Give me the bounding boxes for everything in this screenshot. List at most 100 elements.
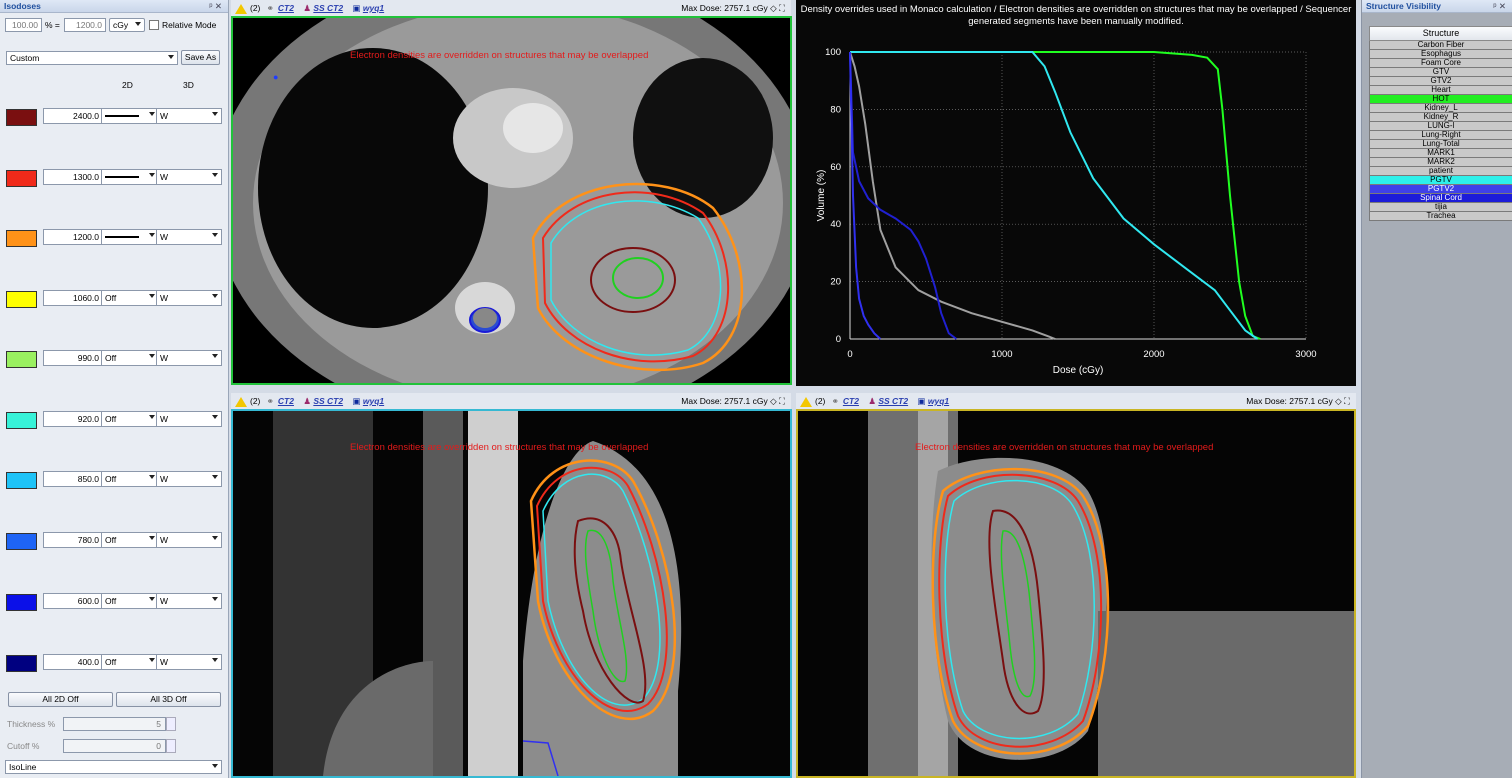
axial-toolbar: (2) ⚭ CT2 ♟ SS CT2 ▣ wyq1 Max Dose: 2757.… [231, 0, 791, 16]
isodose-value-input[interactable]: 2400.0 [43, 108, 104, 124]
isodose-value-input[interactable]: 920.0 [43, 411, 104, 427]
isodose-color-swatch[interactable] [6, 533, 37, 550]
structure-row[interactable]: Trachea [1369, 212, 1512, 221]
structure-column-header[interactable]: Structure [1369, 26, 1512, 41]
structure-set-link[interactable]: SS CT2 [313, 396, 343, 406]
cutoff-input[interactable]: 0 [63, 739, 166, 753]
isodose-value-input[interactable]: 1060.0 [43, 290, 104, 306]
reset-view-icon[interactable]: ◇ [1335, 396, 1342, 406]
save-as-button[interactable]: Save As [181, 50, 220, 65]
isodose-level-row: 1200.0 W [6, 229, 222, 247]
isodose-3d-value: W [160, 172, 169, 182]
solid-line-icon [105, 175, 139, 178]
percent-input[interactable]: 100.00 [5, 18, 42, 32]
warning-icon[interactable] [235, 3, 247, 14]
isodose-value-input[interactable]: 600.0 [43, 593, 104, 609]
isodose-3d-select[interactable]: W [156, 108, 222, 124]
coronal-viewport[interactable]: Electron densities are overridden on str… [231, 409, 792, 778]
isodose-2d-select[interactable]: Off [101, 654, 159, 670]
isodose-2d-select[interactable] [101, 108, 159, 124]
isodose-2d-select[interactable]: Off [101, 532, 159, 548]
thickness-input[interactable]: 5 [63, 717, 166, 731]
isodose-2d-select[interactable]: Off [101, 350, 159, 366]
dvh-panel: Density overrides used in Monaco calcula… [796, 0, 1356, 386]
isodose-value-input[interactable]: 400.0 [43, 654, 104, 670]
warning-count: (2) [815, 396, 826, 406]
isodose-3d-select[interactable]: W [156, 654, 222, 670]
maximize-icon[interactable]: ⛶ [779, 3, 785, 13]
isodose-value-input[interactable]: 850.0 [43, 471, 104, 487]
isodose-color-swatch[interactable] [6, 230, 37, 247]
isodose-value-input[interactable]: 1200.0 [43, 229, 104, 245]
all-3d-off-button[interactable]: All 3D Off [116, 692, 221, 707]
ct-link[interactable]: CT2 [278, 3, 294, 13]
percent-unit-label: % = [45, 20, 60, 30]
dvh-series-line [850, 51, 1261, 340]
isodose-3d-select[interactable]: W [156, 411, 222, 427]
warning-icon[interactable] [235, 396, 247, 407]
reset-view-icon[interactable]: ◇ [770, 3, 777, 13]
reset-view-icon[interactable]: ◇ [770, 396, 777, 406]
isodose-color-swatch[interactable] [6, 170, 37, 187]
plan-link[interactable]: wyq1 [363, 396, 384, 406]
isodose-2d-value: Off [105, 657, 117, 667]
plan-link[interactable]: wyq1 [363, 3, 384, 13]
isodose-3d-select[interactable]: W [156, 229, 222, 245]
isodose-2d-select[interactable]: Off [101, 471, 159, 487]
isodose-3d-value: W [160, 111, 169, 121]
panel-pin-close-icon[interactable]: ᵖ ✕ [1493, 0, 1506, 13]
relative-mode-checkbox[interactable] [149, 20, 159, 30]
plan-icon: ▣ [352, 396, 361, 406]
dose-input[interactable]: 1200.0 [64, 18, 106, 32]
isodose-level-row: 990.0 Off W [6, 350, 222, 368]
panel-pin-close-icon[interactable]: ᵖ ✕ [209, 0, 222, 13]
all-2d-off-button[interactable]: All 2D Off [8, 692, 113, 707]
isodose-3d-select[interactable]: W [156, 350, 222, 366]
thickness-spinner[interactable] [166, 717, 176, 731]
isodose-2d-select[interactable]: Off [101, 411, 159, 427]
isodose-color-swatch[interactable] [6, 594, 37, 611]
isodose-color-swatch[interactable] [6, 291, 37, 308]
isodose-color-swatch[interactable] [6, 109, 37, 126]
structure-set-link[interactable]: SS CT2 [313, 3, 343, 13]
isodose-color-swatch[interactable] [6, 412, 37, 429]
isodose-2d-select[interactable] [101, 229, 159, 245]
isodose-3d-select[interactable]: W [156, 532, 222, 548]
isodose-3d-select[interactable]: W [156, 290, 222, 306]
isodose-color-swatch[interactable] [6, 351, 37, 368]
sagittal-overlay-message: Electron densities are overridden on str… [915, 442, 1214, 453]
isodose-2d-value: Off [105, 414, 117, 424]
y-tick-label: 0 [836, 334, 841, 345]
display-mode-select[interactable]: IsoLine [5, 760, 222, 774]
maximize-icon[interactable]: ⛶ [779, 396, 785, 406]
maximize-icon[interactable]: ⛶ [1344, 396, 1350, 406]
chevron-down-icon [212, 415, 218, 419]
column-3d-label: 3D [183, 80, 194, 90]
isodose-value-input[interactable]: 1300.0 [43, 169, 104, 185]
ct-link[interactable]: CT2 [278, 396, 294, 406]
isodose-value-input[interactable]: 780.0 [43, 532, 104, 548]
isodose-2d-select[interactable] [101, 169, 159, 185]
isodose-3d-select[interactable]: W [156, 593, 222, 609]
isodose-color-swatch[interactable] [6, 655, 37, 672]
isodose-2d-value: Off [105, 596, 117, 606]
sagittal-viewport[interactable]: Electron densities are overridden on str… [796, 409, 1356, 778]
isodose-3d-value: W [160, 596, 169, 606]
y-tick-label: 80 [830, 104, 841, 115]
dose-unit-select[interactable]: cGy [109, 18, 145, 32]
isodose-color-swatch[interactable] [6, 472, 37, 489]
structure-set-link[interactable]: SS CT2 [878, 396, 908, 406]
plan-link[interactable]: wyq1 [928, 396, 949, 406]
isodose-2d-select[interactable]: Off [101, 593, 159, 609]
isodose-3d-select[interactable]: W [156, 169, 222, 185]
isodose-2d-select[interactable]: Off [101, 290, 159, 306]
preset-select[interactable]: Custom [6, 51, 178, 65]
isodose-3d-select[interactable]: W [156, 471, 222, 487]
cutoff-spinner[interactable] [166, 739, 176, 753]
isodose-level-row: 920.0 Off W [6, 411, 222, 429]
isodose-value-input[interactable]: 990.0 [43, 350, 104, 366]
ct-link[interactable]: CT2 [843, 396, 859, 406]
axial-viewport[interactable]: ● Electron densities are overridden on s… [231, 16, 792, 385]
y-tick-label: 40 [830, 219, 841, 230]
warning-icon[interactable] [800, 396, 812, 407]
